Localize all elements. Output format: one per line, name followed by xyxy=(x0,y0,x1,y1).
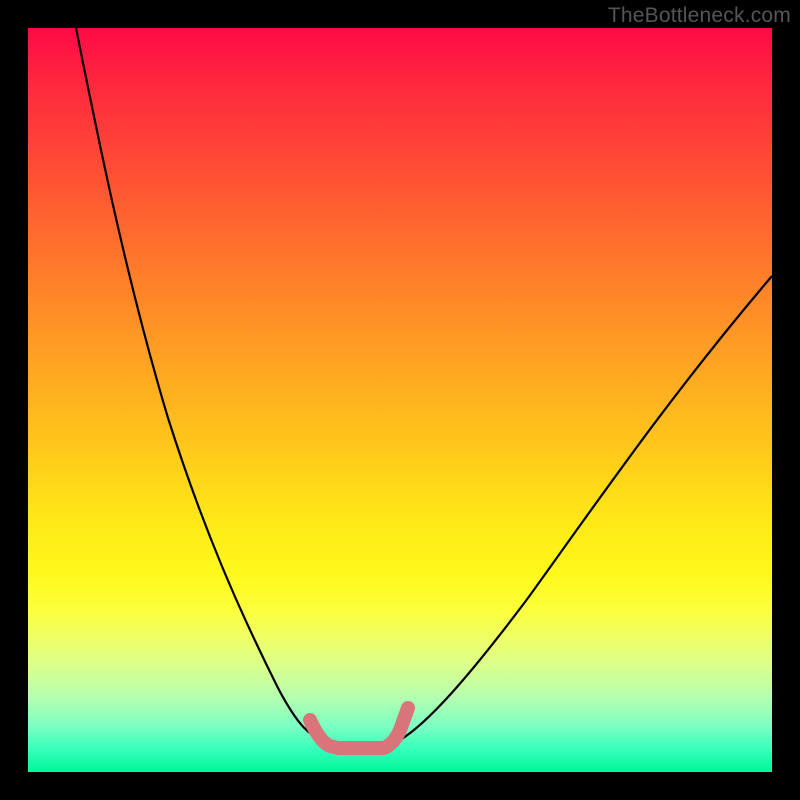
curve-svg xyxy=(28,28,772,772)
outer-frame: TheBottleneck.com xyxy=(0,0,800,800)
flat-segment-highlight xyxy=(310,708,408,748)
left-branch-curve xyxy=(76,28,323,740)
plot-area xyxy=(28,28,772,772)
watermark-text: TheBottleneck.com xyxy=(608,4,791,28)
right-branch-curve xyxy=(400,276,772,740)
